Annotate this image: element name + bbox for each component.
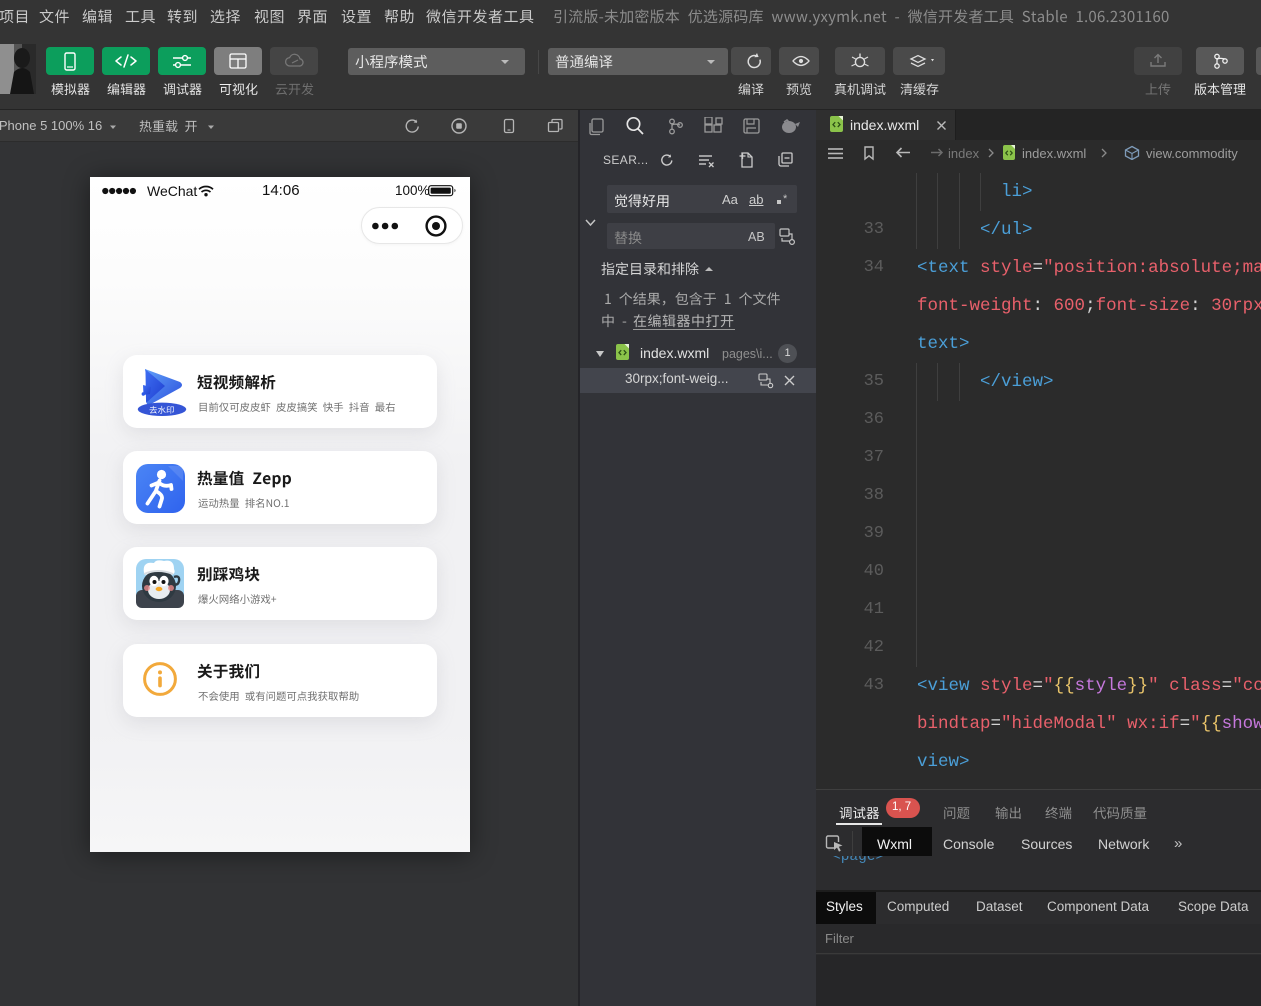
svg-text:*: * xyxy=(783,193,788,205)
